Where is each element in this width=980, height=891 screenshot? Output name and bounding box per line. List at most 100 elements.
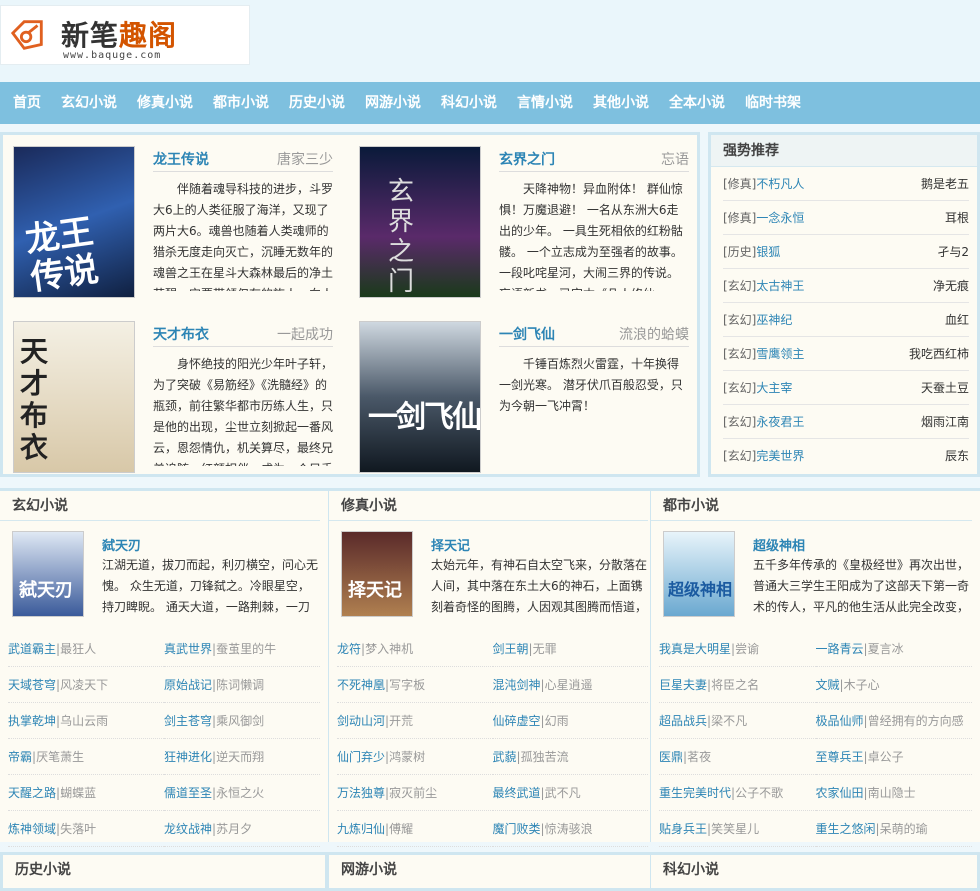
book-title[interactable]: 九炼归仙 xyxy=(337,822,385,836)
category-heading[interactable]: 历史小说 xyxy=(3,855,325,885)
book-title[interactable]: 武藐 xyxy=(493,750,517,764)
book-author[interactable]: 呆萌的瑜 xyxy=(880,822,928,836)
book-title[interactable]: 我真是大明星 xyxy=(659,642,731,656)
book-author[interactable]: 风凌天下 xyxy=(60,678,108,692)
book-author[interactable]: 武不凡 xyxy=(545,786,581,800)
book-author[interactable]: 将臣之名 xyxy=(711,678,759,692)
book-title[interactable]: 重生之悠闲 xyxy=(816,822,876,836)
book-author[interactable]: 曾经拥有的方向感 xyxy=(868,714,964,728)
book-title[interactable]: 一剑飞仙 xyxy=(499,324,555,344)
book-title[interactable]: 天醒之路 xyxy=(8,786,56,800)
category-heading[interactable]: 都市小说 xyxy=(651,491,972,521)
book-title[interactable]: 弑天刃 xyxy=(102,535,141,554)
book-author[interactable]: 南山隐士 xyxy=(868,786,916,800)
book-title[interactable]: 仙碎虚空 xyxy=(493,714,541,728)
nav-quanben[interactable]: 全本小说 xyxy=(656,82,732,124)
book-cover[interactable]: 天才布衣 xyxy=(13,321,135,473)
book-author[interactable]: 傅耀 xyxy=(389,822,413,836)
book-cover[interactable]: 弑天刃 xyxy=(12,531,84,617)
nav-kehuan[interactable]: 科幻小说 xyxy=(428,82,504,124)
book-author[interactable]: 惊涛骇浪 xyxy=(545,822,593,836)
category-heading[interactable]: 网游小说 xyxy=(329,855,653,885)
category-heading[interactable]: 科幻小说 xyxy=(651,855,977,885)
book-author[interactable]: 卓公子 xyxy=(868,750,904,764)
book-author[interactable]: 梁不凡 xyxy=(711,714,747,728)
book-title[interactable]: 剑主苍穹 xyxy=(164,714,212,728)
book-author[interactable]: 孤独苦流 xyxy=(521,750,569,764)
site-logo[interactable]: 新笔趣阁 www.baquge.com xyxy=(0,5,250,65)
book-author[interactable]: 蚕茧里的牛 xyxy=(216,642,276,656)
book-author[interactable]: 夏言冰 xyxy=(868,642,904,656)
book-author[interactable]: 一起成功 xyxy=(277,324,333,344)
book-title[interactable]: 剑动山河 xyxy=(337,714,385,728)
book-title[interactable]: 狂神进化 xyxy=(164,750,212,764)
book-cover[interactable]: 玄界之门 xyxy=(359,146,481,298)
book-author[interactable]: 茗夜 xyxy=(687,750,711,764)
book-author[interactable]: 无罪 xyxy=(533,642,557,656)
book-title[interactable]: 执掌乾坤 xyxy=(8,714,56,728)
book-title[interactable]: 龙王传说 xyxy=(153,149,209,169)
book-author[interactable]: 忘语 xyxy=(661,149,689,169)
book-author[interactable]: 寂灭前尘 xyxy=(389,786,437,800)
book-author[interactable]: 乌山云雨 xyxy=(60,714,108,728)
book-cover[interactable]: 龙王 传说 xyxy=(13,146,135,298)
book-author[interactable]: 木子心 xyxy=(844,678,880,692)
book-title[interactable]: 剑王朝 xyxy=(493,642,529,656)
book-title[interactable]: 武道霸主 xyxy=(8,642,56,656)
book-author[interactable]: 鸿蒙树 xyxy=(389,750,425,764)
book-title[interactable]: 原始战记 xyxy=(164,678,212,692)
book-author[interactable]: 公子不歌 xyxy=(735,786,783,800)
book-title[interactable]: 仙门弃少 xyxy=(337,750,385,764)
book-title[interactable]: 玄界之门 xyxy=(499,149,555,169)
nav-yanqing[interactable]: 言情小说 xyxy=(504,82,580,124)
book-author[interactable]: 永恒之火 xyxy=(216,786,264,800)
book-title[interactable]: 龙纹战神 xyxy=(164,822,212,836)
book-title[interactable]: 真武世界 xyxy=(164,642,212,656)
book-author[interactable]: 流浪的蛤蟆 xyxy=(619,324,689,344)
book-title[interactable]: 极品仙师 xyxy=(816,714,864,728)
nav-wangyou[interactable]: 网游小说 xyxy=(352,82,428,124)
book-title[interactable]: 择天记 xyxy=(431,535,470,554)
book-author[interactable]: 苏月夕 xyxy=(216,822,252,836)
book-title[interactable]: 巨星夫妻 xyxy=(659,678,707,692)
book-title[interactable]: 混沌剑神 xyxy=(493,678,541,692)
book-author[interactable]: 尝谕 xyxy=(735,642,759,656)
book-author[interactable]: 开荒 xyxy=(389,714,413,728)
book-author[interactable]: 失落叶 xyxy=(60,822,96,836)
nav-xuanhuan[interactable]: 玄幻小说 xyxy=(48,82,124,124)
book-title[interactable]: 贴身兵王 xyxy=(659,822,707,836)
book-title[interactable]: 不死神凰 xyxy=(337,678,385,692)
book-author[interactable]: 厌笔萧生 xyxy=(36,750,84,764)
book-title[interactable]: 儒道至圣 xyxy=(164,786,212,800)
book-author[interactable]: 最狂人 xyxy=(60,642,96,656)
book-title[interactable]: 超级神相 xyxy=(753,535,805,554)
nav-bookshelf[interactable]: 临时书架 xyxy=(732,82,808,124)
book-author[interactable]: 乘风御剑 xyxy=(216,714,264,728)
book-cover[interactable]: 超级神相 xyxy=(663,531,735,617)
book-title[interactable]: 天才布衣 xyxy=(153,324,209,344)
category-heading[interactable]: 修真小说 xyxy=(329,491,648,521)
book-cover[interactable]: 择天记 xyxy=(341,531,413,617)
book-title[interactable]: 文贼 xyxy=(816,678,840,692)
book-title[interactable]: 至尊兵王 xyxy=(816,750,864,764)
nav-dushi[interactable]: 都市小说 xyxy=(200,82,276,124)
book-title[interactable]: 农家仙田 xyxy=(816,786,864,800)
book-title[interactable]: 天域苍穹 xyxy=(8,678,56,692)
book-title[interactable]: 超品战兵 xyxy=(659,714,707,728)
book-author[interactable]: 心星逍遥 xyxy=(545,678,593,692)
book-title[interactable]: 炼神领域 xyxy=(8,822,56,836)
nav-home[interactable]: 首页 xyxy=(0,82,48,124)
book-author[interactable]: 笑笑星儿 xyxy=(711,822,759,836)
book-author[interactable]: 逆天而翔 xyxy=(216,750,264,764)
book-title[interactable]: 龙符 xyxy=(337,642,361,656)
category-heading[interactable]: 玄幻小说 xyxy=(0,491,320,521)
nav-qita[interactable]: 其他小说 xyxy=(580,82,656,124)
book-author[interactable]: 蝴蝶蓝 xyxy=(60,786,96,800)
book-cover[interactable]: 一剑飞仙 xyxy=(359,321,481,473)
book-author[interactable]: 幻雨 xyxy=(545,714,569,728)
nav-xiuzhen[interactable]: 修真小说 xyxy=(124,82,200,124)
book-title[interactable]: 一路青云 xyxy=(816,642,864,656)
book-title[interactable]: 重生完美时代 xyxy=(659,786,731,800)
book-title[interactable]: 魔门败类 xyxy=(493,822,541,836)
book-author[interactable]: 梦入神机 xyxy=(365,642,413,656)
